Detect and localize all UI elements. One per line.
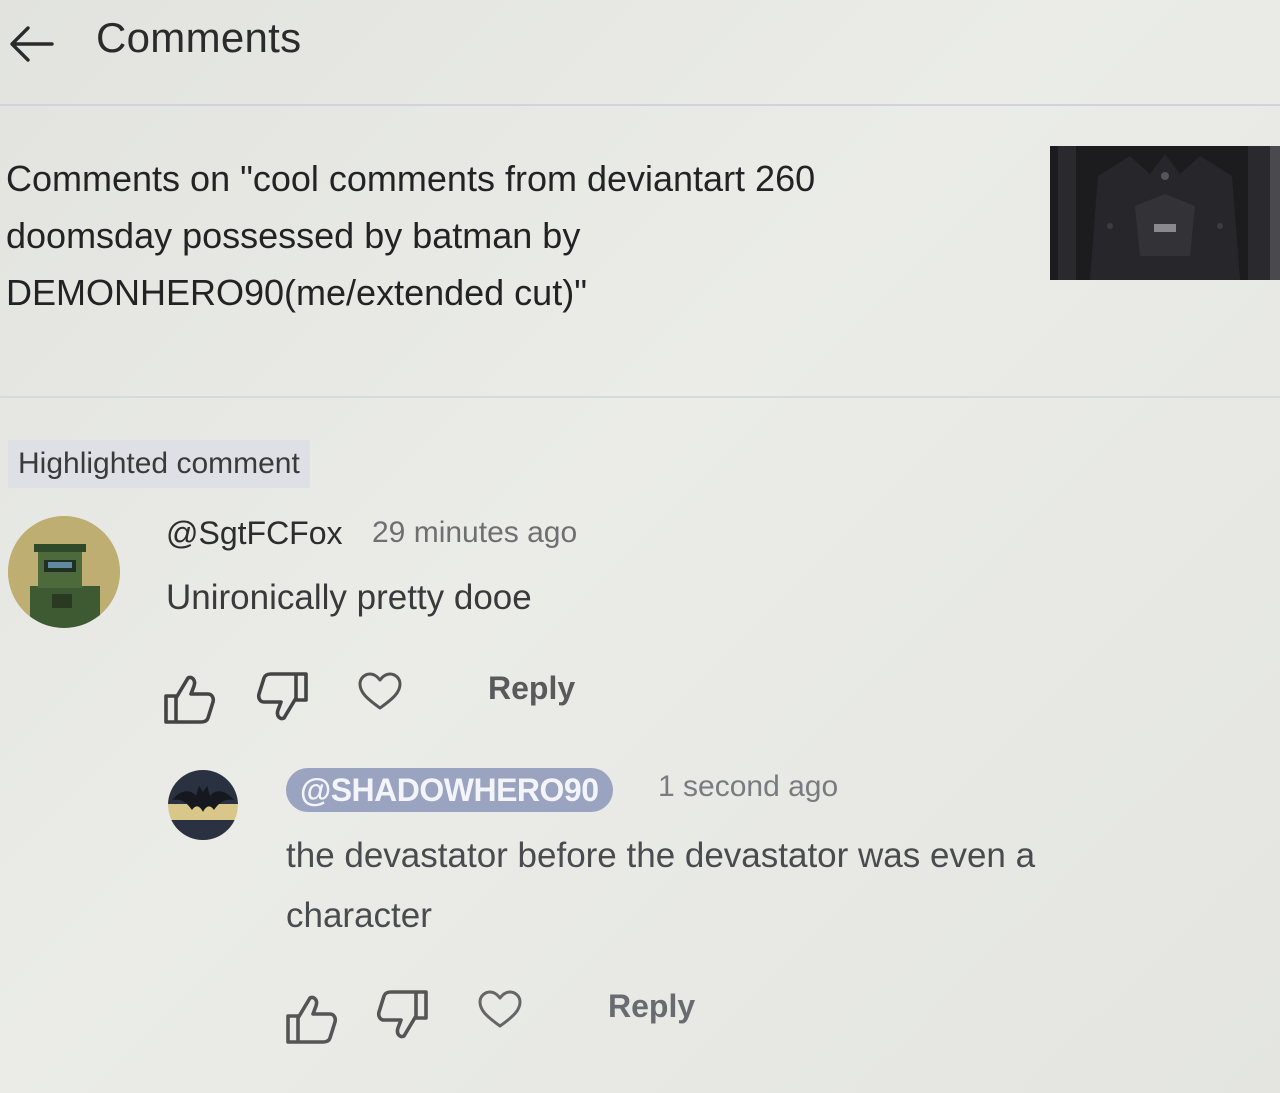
comment-text: the devastator before the devastator was… [286,836,1036,935]
avatar-image [8,516,120,628]
reply-button[interactable]: Reply [488,670,575,707]
video-info: Comments on "cool comments from devianta… [0,104,1280,398]
thumbs-down-icon [376,990,428,1039]
reply-button[interactable]: Reply [608,988,695,1025]
thumbs-up-icon [164,675,216,724]
dislike-button[interactable] [254,668,312,726]
thumbs-up-icon [286,995,338,1044]
heart-button[interactable] [476,986,524,1034]
video-thumbnail[interactable] [1050,146,1280,280]
page-title: Comments [96,14,302,61]
comment-author-chip[interactable]: @SHADOWHERO90 [286,768,613,812]
like-button[interactable] [282,990,340,1048]
heart-icon [478,990,522,1028]
heart-icon [358,672,402,710]
dislike-button[interactable] [374,986,432,1044]
arrow-left-icon [10,26,54,62]
batman-avatar-image [168,770,238,840]
comments-screen: Comments Comments on "cool comments from… [0,0,1280,1093]
batman-thumbnail-image [1050,146,1280,280]
comment-time: 1 second ago [658,770,839,803]
video-title: Comments on "cool comments from devianta… [6,158,816,313]
comments-header: Comments [0,0,1280,106]
highlighted-comment-label: Highlighted comment [8,440,310,488]
avatar[interactable] [8,516,120,628]
like-button[interactable] [160,670,218,728]
avatar[interactable] [168,770,238,840]
comment-author[interactable]: @SgtFCFox [166,515,343,552]
back-button[interactable] [4,16,60,72]
comment-text: Unironically pretty dooe [166,578,532,617]
heart-button[interactable] [356,668,404,716]
comment-time: 29 minutes ago [372,516,578,549]
thumbs-down-icon [256,672,308,721]
